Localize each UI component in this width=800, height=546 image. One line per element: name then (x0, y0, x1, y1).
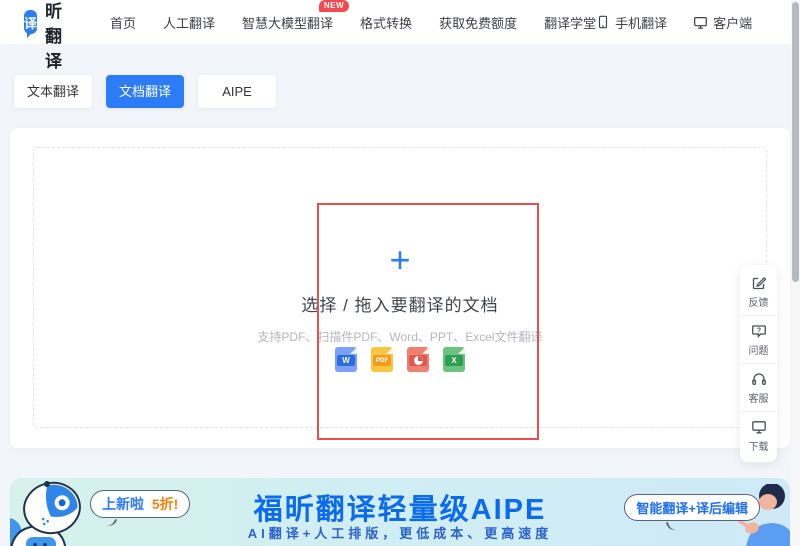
question-bubble-icon: ? (751, 323, 767, 339)
ppt-file-icon (407, 347, 429, 372)
logo-translate-icon: 译 (24, 10, 37, 34)
pdf-file-icon: PDF (371, 347, 393, 372)
promo-new-text: 上新啦 (102, 496, 144, 512)
client-monitor-icon (751, 419, 767, 435)
nav-item-format-convert[interactable]: 格式转换 (360, 13, 412, 32)
excel-label: X (445, 355, 463, 366)
feedback-label: 反馈 (749, 294, 769, 309)
nav-item-llm-translation[interactable]: 智慧大模型翻译 NEW (242, 13, 333, 32)
download-client-button[interactable]: 下载 (740, 411, 777, 459)
scrollbar-thumb[interactable] (792, 2, 799, 282)
feedback-edit-icon (751, 275, 767, 291)
plus-icon: + (34, 242, 766, 278)
nav-item-llm-label: 智慧大模型翻译 (242, 16, 333, 31)
upload-support-text: 支持PDF、扫描件PDF、Word、PPT、Excel文件翻译 (34, 328, 766, 345)
header-utilities: 手机翻译 客户端 我的翻译 (596, 6, 800, 39)
promo-banner[interactable]: 上新啦 5折! 福昕翻译轻量级AIPE AI翻译+人工排版，更低成本、更高速度 … (10, 478, 790, 546)
mobile-translate-label: 手机翻译 (615, 13, 667, 32)
phone-icon (596, 15, 610, 29)
headset-icon (751, 371, 767, 387)
excel-file-icon: X (443, 347, 465, 372)
promo-discount-text: 5折! (152, 496, 178, 512)
main-nav: 首页 人工翻译 智慧大模型翻译 NEW 格式转换 获取免费额度 翻译学堂 (110, 13, 596, 32)
nav-item-free-quota[interactable]: 获取免费额度 (439, 13, 517, 32)
nav-item-translation-school[interactable]: 翻译学堂 (544, 13, 596, 32)
supported-file-icons: W PDF X (34, 347, 766, 372)
mobile-translate-link[interactable]: 手机翻译 (596, 13, 667, 32)
word-label: W (337, 355, 355, 366)
questions-label: 问题 (749, 342, 769, 357)
nav-item-human-translation[interactable]: 人工翻译 (163, 13, 215, 32)
brand-name: 福昕翻译 (45, 0, 76, 72)
customer-service-label: 客服 (749, 390, 769, 405)
logo[interactable]: 译 福昕翻译 (24, 0, 76, 72)
feedback-button[interactable]: 反馈 (740, 268, 777, 315)
logo-badge-char: 译 (24, 13, 37, 32)
nav-item-home[interactable]: 首页 (110, 13, 136, 32)
pdf-label: PDF (373, 355, 391, 366)
word-file-icon: W (335, 347, 357, 372)
tab-document-translation[interactable]: 文档翻译 (106, 75, 184, 108)
scrollbar-track[interactable] (791, 0, 800, 546)
header: 译 福昕翻译 首页 人工翻译 智慧大模型翻译 NEW 格式转换 获取免费额度 翻… (0, 0, 800, 44)
desktop-client-label: 客户端 (713, 13, 752, 32)
tab-aipe[interactable]: AIPE (198, 75, 276, 108)
document-upload-card: + 选择 / 拖入要翻译的文档 支持PDF、扫描件PDF、Word、PPT、Ex… (10, 128, 790, 448)
questions-button[interactable]: ? 问题 (740, 315, 777, 363)
floating-side-panel: 反馈 ? 问题 客服 下载 (740, 265, 777, 462)
upload-dropzone[interactable]: + 选择 / 拖入要翻译的文档 支持PDF、扫描件PDF、Word、PPT、Ex… (33, 147, 767, 428)
svg-text:?: ? (756, 328, 760, 335)
promo-bubble-left: 上新啦 5折! (90, 490, 190, 518)
upload-title: 选择 / 拖入要翻译的文档 (34, 291, 766, 316)
tab-text-translation[interactable]: 文本翻译 (14, 75, 92, 108)
desktop-client-link[interactable]: 客户端 (693, 13, 752, 32)
promo-bubble-right: 智能翻译+译后编辑 (624, 494, 760, 521)
monitor-icon (693, 15, 708, 30)
mode-tabs: 文本翻译 文档翻译 AIPE (14, 75, 276, 108)
customer-service-button[interactable]: 客服 (740, 363, 777, 411)
ppt-pie-glyph (409, 355, 427, 366)
new-badge: NEW (319, 0, 349, 12)
download-label: 下载 (749, 438, 769, 453)
